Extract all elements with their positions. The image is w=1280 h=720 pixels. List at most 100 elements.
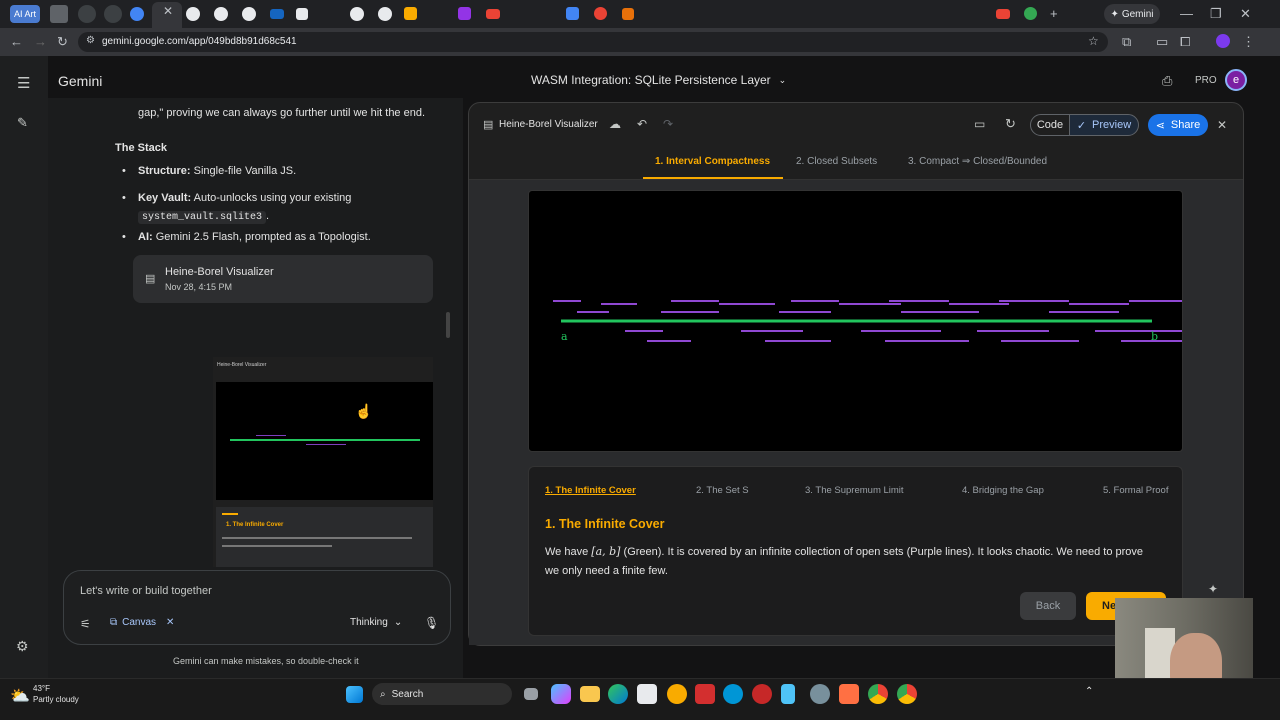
app-icon[interactable] [839, 684, 859, 704]
address-bar[interactable]: ⚙ gemini.google.com/app/049bd8b91d68c541… [78, 32, 1108, 52]
sparkle-icon: ✦ [1110, 8, 1119, 20]
github-icon[interactable] [214, 7, 228, 21]
youtube-icon[interactable] [486, 9, 500, 19]
app-icon[interactable] [695, 684, 715, 704]
step-1[interactable]: 1. The Infinite Cover [545, 485, 636, 496]
close-window-icon[interactable]: ✕ [1240, 7, 1251, 20]
store-icon[interactable] [637, 684, 657, 704]
main-menu-icon[interactable]: ☰ [17, 74, 30, 92]
tab-ai-art[interactable]: AI Art [10, 5, 41, 23]
console-icon[interactable]: ▭ [974, 117, 985, 131]
model-selector[interactable]: Thinking ⌄ [350, 617, 402, 628]
canvas-chip[interactable]: ⧉ Canvas ✕ [110, 617, 174, 628]
settings-icon[interactable] [810, 684, 830, 704]
tab-favicon[interactable] [104, 5, 122, 23]
tab-compact-closed-bounded[interactable]: 3. Compact ⇒ Closed/Bounded [908, 156, 1047, 167]
tab-favicon[interactable] [130, 7, 144, 21]
new-tab-icon[interactable]: + [1050, 7, 1058, 20]
chat-scrollbar[interactable] [446, 312, 450, 338]
step-3[interactable]: 3. The Supremum Limit [805, 485, 904, 496]
task-view-icon[interactable] [524, 688, 538, 700]
tab-favicon[interactable] [296, 8, 308, 20]
tab-favicon[interactable] [458, 7, 471, 20]
maximize-icon[interactable]: ❐ [1210, 7, 1222, 20]
hp-icon[interactable] [723, 684, 743, 704]
sidepanel-icon[interactable]: ▭ [1156, 35, 1168, 48]
share-icon: ⋖ [1155, 119, 1165, 132]
card-body: We have [a, b] (Green). It is covered by… [545, 545, 1144, 577]
bookmark-star-icon[interactable]: ☆ [1088, 34, 1099, 48]
prompt-box[interactable]: Let's write or build together ⚟ ⧉ Canvas ✕… [63, 570, 451, 645]
reload-icon[interactable]: ↻ [57, 35, 68, 48]
tab-favicon[interactable] [50, 5, 68, 23]
print-icon[interactable]: ⎙ [1162, 73, 1172, 89]
extensions-icon[interactable]: ⧉ [1122, 35, 1131, 48]
tools-icon[interactable]: ⚟ [80, 617, 91, 631]
github-icon[interactable] [242, 7, 256, 21]
taskbar-search[interactable]: ⌕ Search [372, 683, 512, 705]
redo-icon[interactable]: ↷ [663, 117, 673, 131]
step-5[interactable]: 5. Formal Proof [1103, 485, 1168, 496]
profile-avatar[interactable] [1216, 34, 1230, 48]
thumbnail-card: 1. The Infinite Cover [216, 507, 433, 567]
prompt-input[interactable]: Let's write or build together [80, 585, 212, 597]
gemini-brand[interactable]: Gemini [58, 73, 102, 89]
chrome-icon[interactable] [868, 684, 888, 704]
tab-favicon[interactable] [566, 7, 579, 20]
code-button[interactable]: Code [1030, 114, 1070, 136]
weather-description: Partly cloudy [33, 695, 79, 704]
tab-favicon[interactable] [622, 8, 634, 20]
cloud-save-icon[interactable]: ☁ [609, 117, 621, 131]
tab-favicon[interactable] [270, 9, 284, 19]
close-icon[interactable]: ✕ [166, 617, 174, 628]
visualization-stage[interactable]: a b [528, 190, 1183, 452]
back-icon[interactable]: ← [10, 35, 23, 48]
minimize-icon[interactable]: — [1180, 7, 1193, 20]
canvas-card[interactable]: ▤ Heine-Borel Visualizer Nov 28, 4:15 PM [133, 255, 433, 303]
chrome-icon[interactable] [1024, 7, 1037, 20]
windows-start-icon[interactable] [346, 686, 363, 703]
weather-icon[interactable]: ⛅ [10, 686, 30, 706]
conversation-title[interactable]: WASM Integration: SQLite Persistence Lay… [531, 73, 786, 87]
canvas-thumbnail[interactable]: Heine-Borel Visualizer 1. The Infinite C… [213, 357, 433, 567]
canvas-card-title: Heine-Borel Visualizer [165, 266, 274, 278]
tab-closed-subsets[interactable]: 2. Closed Subsets [796, 156, 877, 167]
tray-chevron-up-icon[interactable]: ⌃ [1085, 686, 1093, 697]
tab-interval-compactness[interactable]: 1. Interval Compactness [655, 156, 770, 167]
close-icon[interactable]: ✕ [163, 4, 173, 18]
new-chat-icon[interactable]: ✎ [17, 115, 28, 131]
preview-button[interactable]: ✓ Preview [1069, 114, 1139, 136]
cast-icon[interactable]: ⧠ [1180, 35, 1190, 48]
menu-kebab-icon[interactable]: ⋮ [1242, 35, 1255, 48]
sparkle-fab-icon[interactable]: ✦ [1208, 582, 1218, 596]
refresh-icon[interactable]: ↻ [1005, 116, 1016, 132]
step-2[interactable]: 2. The Set S [696, 485, 749, 496]
back-button[interactable]: Back [1020, 592, 1076, 620]
forward-icon[interactable]: → [34, 35, 47, 48]
share-button[interactable]: ⋖ Share [1148, 114, 1208, 136]
file-explorer-icon[interactable] [580, 686, 600, 702]
tab-favicon[interactable] [594, 7, 607, 20]
settings-gear-icon[interactable]: ⚙ [16, 638, 29, 655]
tab-favicon[interactable] [78, 5, 96, 23]
github-icon[interactable] [186, 7, 200, 21]
chrome-icon[interactable] [897, 684, 917, 704]
github-icon[interactable] [350, 7, 364, 21]
youtube-icon[interactable] [996, 9, 1010, 19]
gemini-button[interactable]: ✦ Gemini [1104, 4, 1160, 24]
site-info-icon[interactable]: ⚙ [86, 35, 95, 46]
edge-icon[interactable] [608, 684, 628, 704]
chat-paragraph: gap," proving we can always go further u… [138, 107, 426, 119]
undo-icon[interactable]: ↶ [637, 117, 647, 131]
github-icon[interactable] [378, 7, 392, 21]
thumbnail-title: Heine-Borel Visualizer [217, 362, 267, 368]
user-avatar[interactable]: e [1225, 69, 1247, 91]
app-icon[interactable] [752, 684, 772, 704]
app-icon[interactable] [667, 684, 687, 704]
microphone-icon[interactable]: 🎙︎ [424, 616, 439, 630]
step-4[interactable]: 4. Bridging the Gap [962, 485, 1044, 496]
close-canvas-icon[interactable]: ✕ [1217, 118, 1227, 132]
tab-favicon[interactable] [404, 7, 417, 20]
copilot-icon[interactable] [551, 684, 571, 704]
notepad-icon[interactable] [781, 684, 795, 704]
